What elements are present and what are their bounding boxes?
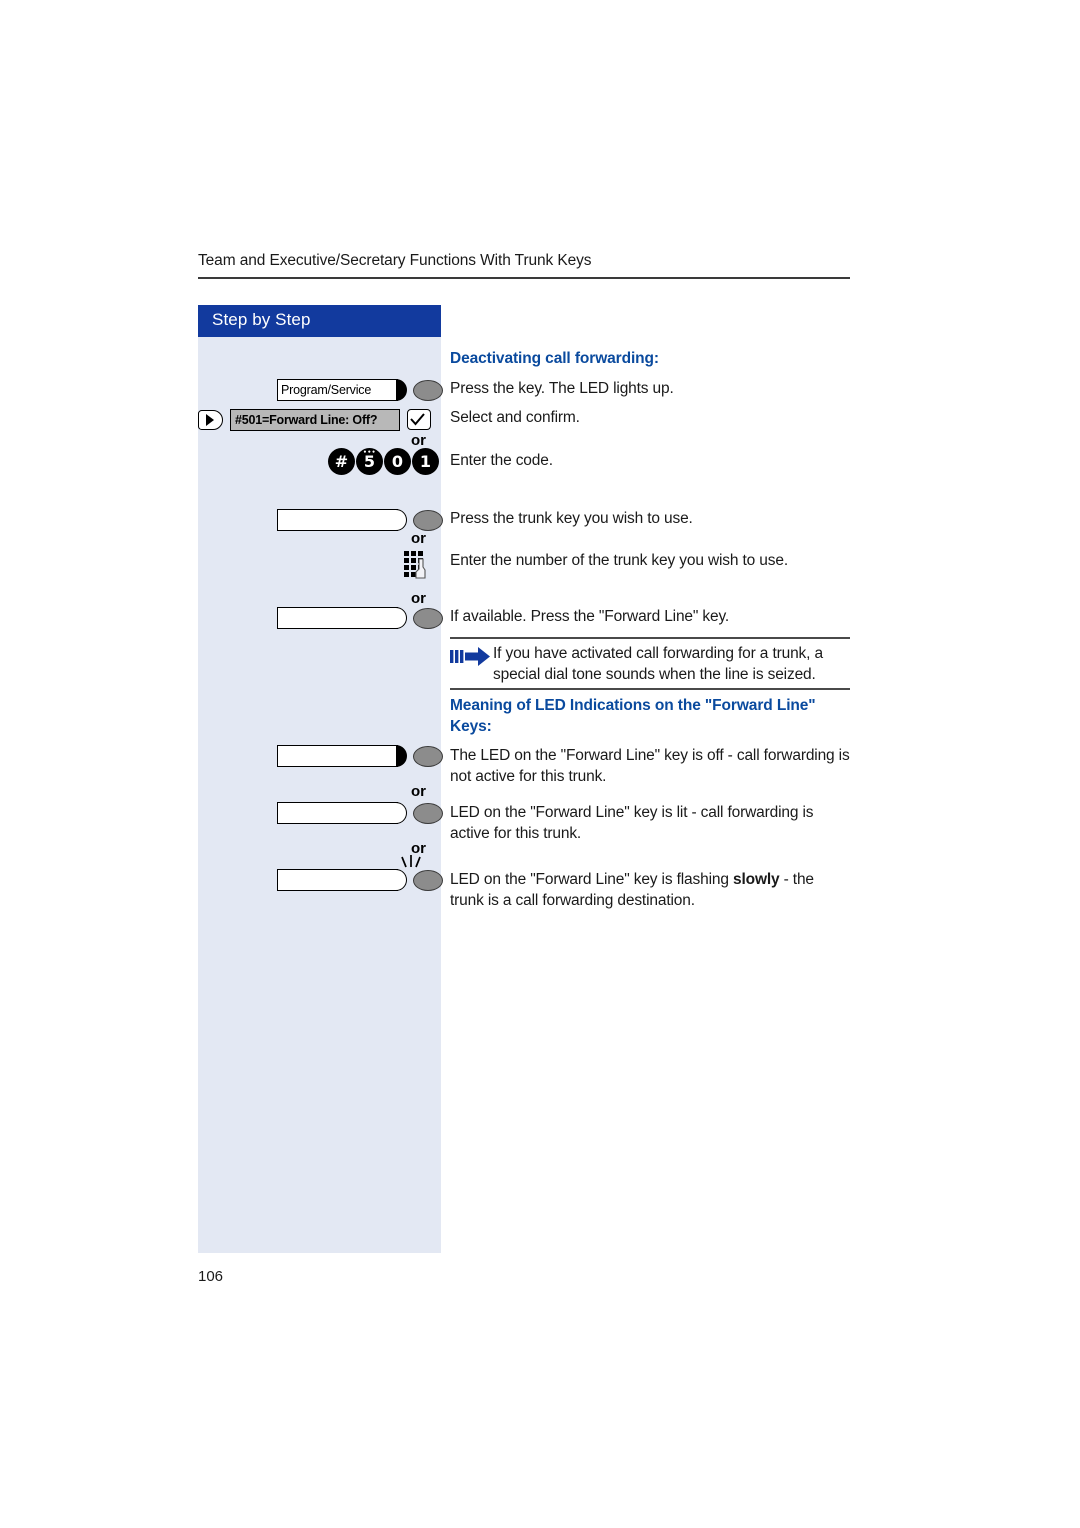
step-text-4: Press the trunk key you wish to use. bbox=[450, 510, 693, 527]
led-lit-key-cap bbox=[396, 802, 407, 824]
step-by-step-banner: Step by Step bbox=[198, 305, 441, 337]
program-service-key-label: Program/Service bbox=[281, 383, 372, 397]
step-by-step-label: Step by Step bbox=[212, 310, 311, 329]
led-meaning-text-2: LED on the "Forward Line" key is lit - c… bbox=[450, 804, 814, 842]
note-top-divider bbox=[450, 637, 850, 639]
dialpad-key-5[interactable]: ••• 5 bbox=[356, 448, 383, 475]
forward-line-key-led bbox=[413, 608, 443, 629]
led-meaning-3-emphasis: slowly bbox=[733, 871, 780, 888]
led-flashing-key-cap bbox=[396, 869, 407, 891]
display-line-row[interactable]: #501=Forward Line: Off? bbox=[198, 409, 441, 433]
note-text: If you have activated call forwarding fo… bbox=[493, 645, 823, 683]
phone-display: #501=Forward Line: Off? bbox=[230, 409, 400, 431]
program-service-led bbox=[413, 380, 443, 401]
led-meaning-text-1: The LED on the "Forward Line" key is off… bbox=[450, 747, 850, 785]
led-lit-indicator bbox=[413, 803, 443, 824]
led-flashing-key-body[interactable] bbox=[277, 869, 398, 891]
forward-line-key[interactable] bbox=[277, 607, 443, 631]
led-lit-key-body[interactable] bbox=[277, 802, 398, 824]
forward-line-key-body[interactable] bbox=[277, 607, 398, 629]
manual-page: Team and Executive/Secretary Functions W… bbox=[0, 0, 1080, 1528]
phone-display-text: #501=Forward Line: Off? bbox=[235, 413, 378, 427]
led-meaning-text-3: LED on the "Forward Line" key is flashin… bbox=[450, 869, 850, 911]
trunk-key-led bbox=[413, 510, 443, 531]
note-bottom-divider bbox=[450, 688, 850, 690]
or-separator-3: or bbox=[411, 590, 426, 607]
forward-line-key-cap bbox=[396, 607, 407, 629]
dialpad-key-0[interactable]: 0 bbox=[384, 448, 411, 475]
led-off-key-body[interactable] bbox=[277, 745, 398, 767]
led-off-key[interactable] bbox=[277, 745, 443, 769]
running-header: Team and Executive/Secretary Functions W… bbox=[198, 252, 592, 269]
section-title-led-meaning: Meaning of LED Indications on the "Forwa… bbox=[450, 697, 816, 735]
header-divider bbox=[198, 277, 850, 279]
led-flashing-key[interactable] bbox=[277, 869, 443, 893]
led-off-indicator bbox=[413, 746, 443, 767]
section-title-deactivating: Deactivating call forwarding: bbox=[450, 350, 659, 367]
led-off-key-cap bbox=[396, 745, 407, 767]
step-text-3: Enter the code. bbox=[450, 452, 553, 469]
scroll-rocker-icon[interactable] bbox=[198, 410, 223, 430]
or-separator-1: or bbox=[411, 432, 426, 449]
led-lit-key[interactable] bbox=[277, 802, 443, 826]
step-text-5: Enter the number of the trunk key you wi… bbox=[450, 552, 788, 569]
checkmark-icon[interactable] bbox=[407, 409, 431, 430]
led-flashing-indicator bbox=[413, 870, 443, 891]
or-separator-4: or bbox=[411, 783, 426, 800]
led-meaning-3-pre: LED on the "Forward Line" key is flashin… bbox=[450, 871, 733, 888]
dialpad-code: # ••• 5 0 1 bbox=[328, 448, 439, 475]
keypad-hand-icon[interactable] bbox=[402, 550, 432, 580]
program-service-key-cap bbox=[396, 379, 407, 401]
program-service-key-body[interactable]: Program/Service bbox=[277, 379, 398, 401]
page-number: 106 bbox=[198, 1268, 224, 1285]
trunk-key-body[interactable] bbox=[277, 509, 398, 531]
step-text-6: If available. Press the "Forward Line" k… bbox=[450, 608, 730, 625]
step-text-1: Press the key. The LED lights up. bbox=[450, 380, 674, 397]
step-text-2: Select and confirm. bbox=[450, 409, 580, 426]
dialpad-key-1[interactable]: 1 bbox=[412, 448, 439, 475]
note-arrow-icon bbox=[450, 645, 490, 667]
trunk-key-cap bbox=[396, 509, 407, 531]
or-separator-2: or bbox=[411, 530, 426, 547]
program-service-key[interactable]: Program/Service bbox=[277, 379, 443, 403]
dialpad-key-hash[interactable]: # bbox=[328, 448, 355, 475]
